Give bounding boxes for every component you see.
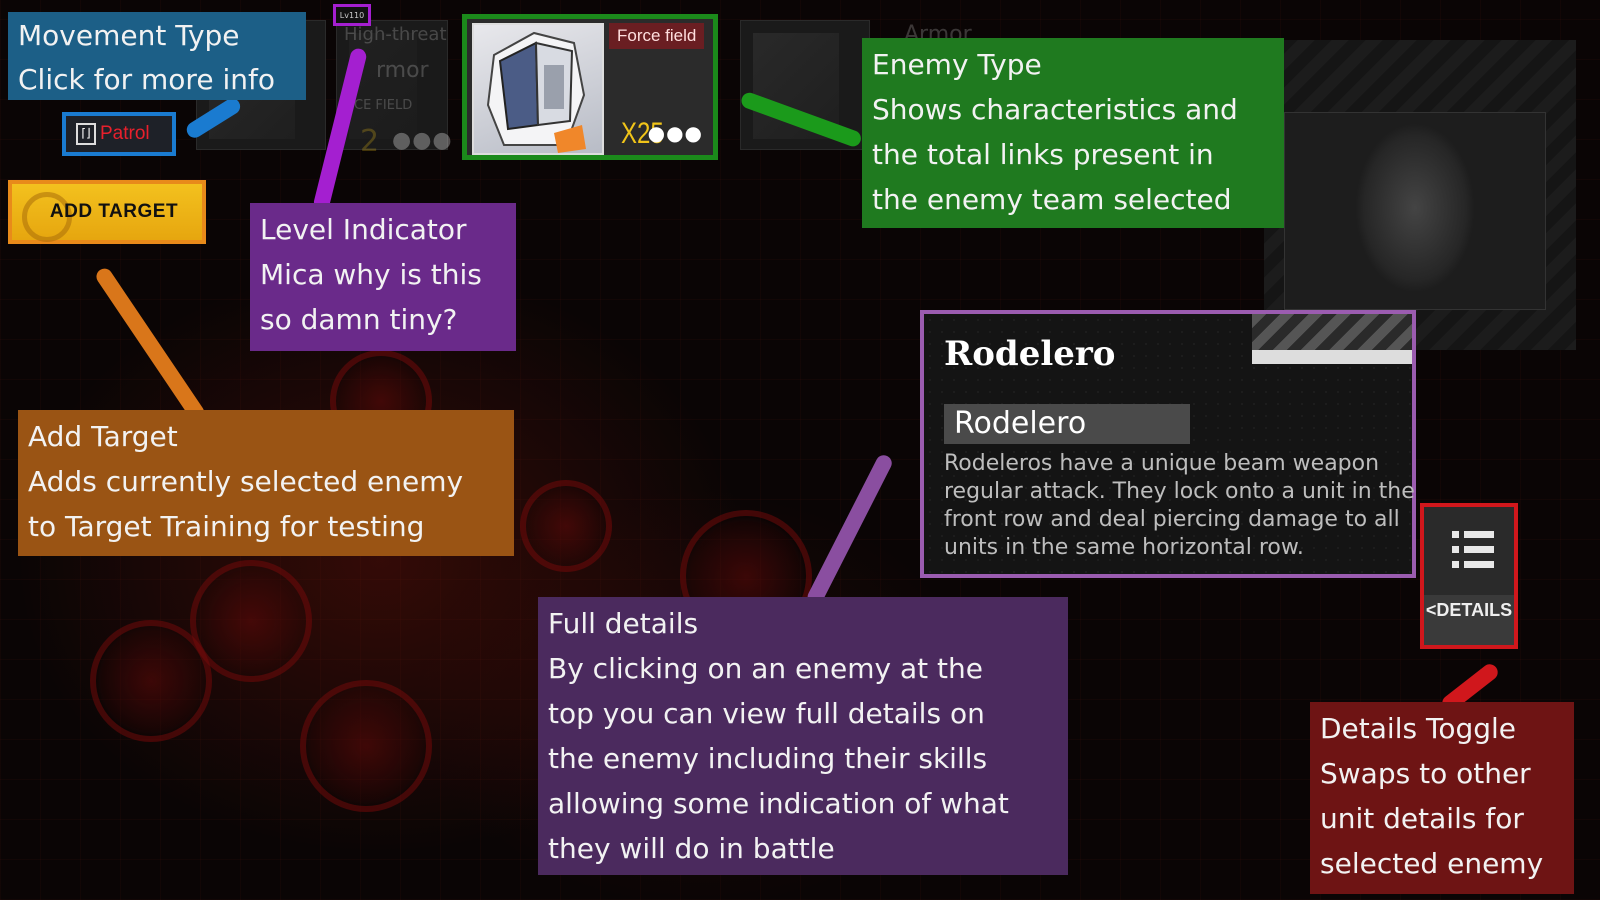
annotation-level-indicator: Level Indicator Mica why is this so damn… [250, 203, 516, 351]
annotation-text: Mica why is this [260, 258, 482, 291]
enemy-details-panel: Rodelero Rodelero Rodeleros have a uniqu… [920, 310, 1416, 578]
annotation-text: By clicking on an enemy at the [548, 652, 983, 685]
enemy-preview-panel [1264, 40, 1576, 350]
annotation-text: so damn tiny? [260, 303, 458, 336]
mech-head-icon [486, 31, 586, 153]
annotation-text: they will do in battle [548, 832, 835, 865]
annotation-heading: Details Toggle [1320, 712, 1516, 745]
annotation-text: top you can view full details on [548, 697, 985, 730]
panel-decoration [1252, 350, 1412, 364]
annotation-full-details: Full details By clicking on an enemy at … [538, 597, 1068, 875]
level-indicator: Lv110 [333, 4, 371, 26]
link-count: 2 [360, 124, 380, 159]
deploy-circle [300, 680, 432, 812]
enemy-portrait [472, 23, 604, 155]
annotation-text: Swaps to other [1320, 757, 1531, 790]
more-dots[interactable]: ●●● [648, 121, 703, 145]
annotation-movement-type: Movement Type Click for more info [8, 12, 306, 100]
details-toggle-button[interactable]: <DETAILS [1420, 503, 1518, 649]
annotation-enemy-type: Enemy Type Shows characteristics and the… [862, 38, 1284, 228]
deploy-circle [520, 480, 612, 572]
description-line: regular attack. They lock onto a unit in… [944, 479, 1415, 504]
threat-label: High-threat [344, 24, 447, 45]
enemy-title: Rodelero [944, 334, 1116, 374]
annotation-text: the enemy including their skills [548, 742, 988, 775]
description-line: front row and deal piercing damage to al… [944, 507, 1400, 532]
preview-frame [1284, 112, 1546, 310]
annotation-heading: Movement Type [18, 19, 240, 52]
annotation-text: allowing some indication of what [548, 787, 1009, 820]
annotation-text: Adds currently selected enemy [28, 465, 464, 498]
field-label: CE FIELD [354, 98, 413, 113]
annotation-text: Click for more info [18, 63, 275, 96]
annotation-details-toggle: Details Toggle Swaps to other unit detai… [1310, 702, 1574, 894]
movement-type-label: Patrol [100, 123, 150, 144]
trait-badge: Force field [609, 23, 705, 49]
add-target-button[interactable]: ADD TARGET [8, 180, 206, 244]
annotation-text: unit details for [1320, 802, 1524, 835]
enemy-name: Rodelero [944, 404, 1190, 444]
selected-enemy-card[interactable]: Force field X25 ●●● [462, 14, 718, 160]
annotation-text: selected enemy [1320, 847, 1544, 880]
description-line: Rodeleros have a unique beam weapon [944, 451, 1380, 476]
annotation-add-target: Add Target Adds currently selected enemy… [18, 410, 514, 556]
description-line: units in the same horizontal row. [944, 535, 1304, 560]
annotation-heading: Add Target [28, 420, 178, 453]
annotation-heading: Full details [548, 607, 699, 640]
annotation-heading: Level Indicator [260, 213, 467, 246]
enemy-model-image [1355, 123, 1475, 293]
more-dots: ●●● [392, 128, 453, 153]
enemy-description: Rodeleros have a unique beam weapon regu… [944, 450, 1415, 562]
annotation-heading: Enemy Type [872, 48, 1042, 81]
annotation-text: the enemy team selected [872, 183, 1232, 216]
annotation-text: to Target Training for testing [28, 510, 425, 543]
movement-type-button[interactable]: ⌈⌋ Patrol [62, 112, 176, 156]
add-target-label: ADD TARGET [49, 201, 179, 222]
annotation-text: Shows characteristics and [872, 93, 1238, 126]
armor-label: rmor [376, 58, 429, 83]
annotation-text: the total links present in [872, 138, 1214, 171]
details-toggle-label: <DETAILS [1424, 595, 1514, 645]
deploy-circle [90, 620, 212, 742]
menu-list-icon [1452, 531, 1494, 571]
movement-type-icon: ⌈⌋ [76, 123, 96, 145]
panel-decoration [1252, 314, 1412, 350]
